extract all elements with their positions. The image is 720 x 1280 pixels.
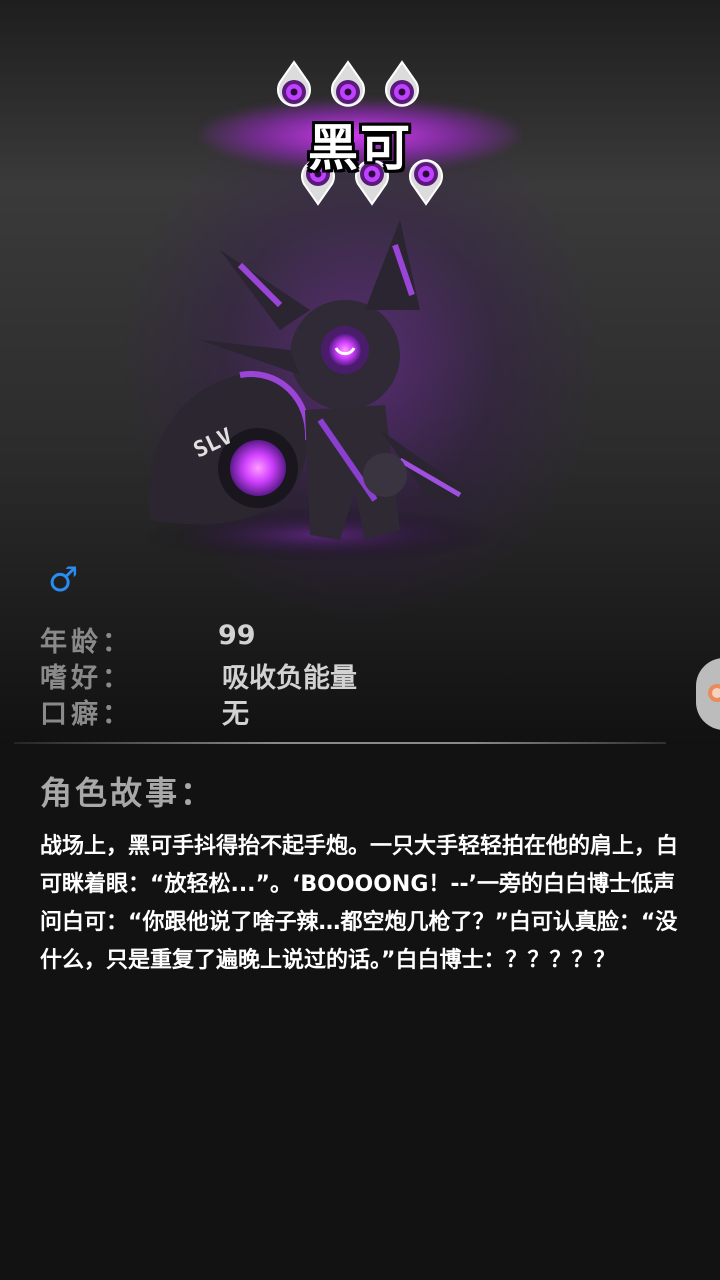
character-model: SLV <box>140 220 500 560</box>
hobby-label: 嗜好： <box>40 663 133 694</box>
story-text: 战场上，黑可手抖得抬不起手炮。一只大手轻轻拍在他的肩上，白可眯着眼：“放轻松..… <box>40 834 679 973</box>
catchphrase-value: 无 <box>222 699 249 730</box>
catchphrase-row: 口癖： 无 <box>40 692 249 731</box>
hobby-row: 嗜好： 吸收负能量 <box>40 656 357 695</box>
story-heading: 角色故事： <box>40 774 216 812</box>
hobby-value: 吸收负能量 <box>222 663 357 694</box>
age-row: 年龄： 99 <box>40 620 256 659</box>
age-label: 年龄： <box>40 627 133 658</box>
character-name: 黑可 <box>308 119 412 177</box>
catchphrase-label: 口癖： <box>40 699 133 730</box>
age-value: 99 <box>218 620 256 651</box>
side-tab-icon <box>708 684 720 702</box>
section-divider <box>14 742 666 744</box>
male-symbol-icon: ♂ <box>48 560 79 600</box>
